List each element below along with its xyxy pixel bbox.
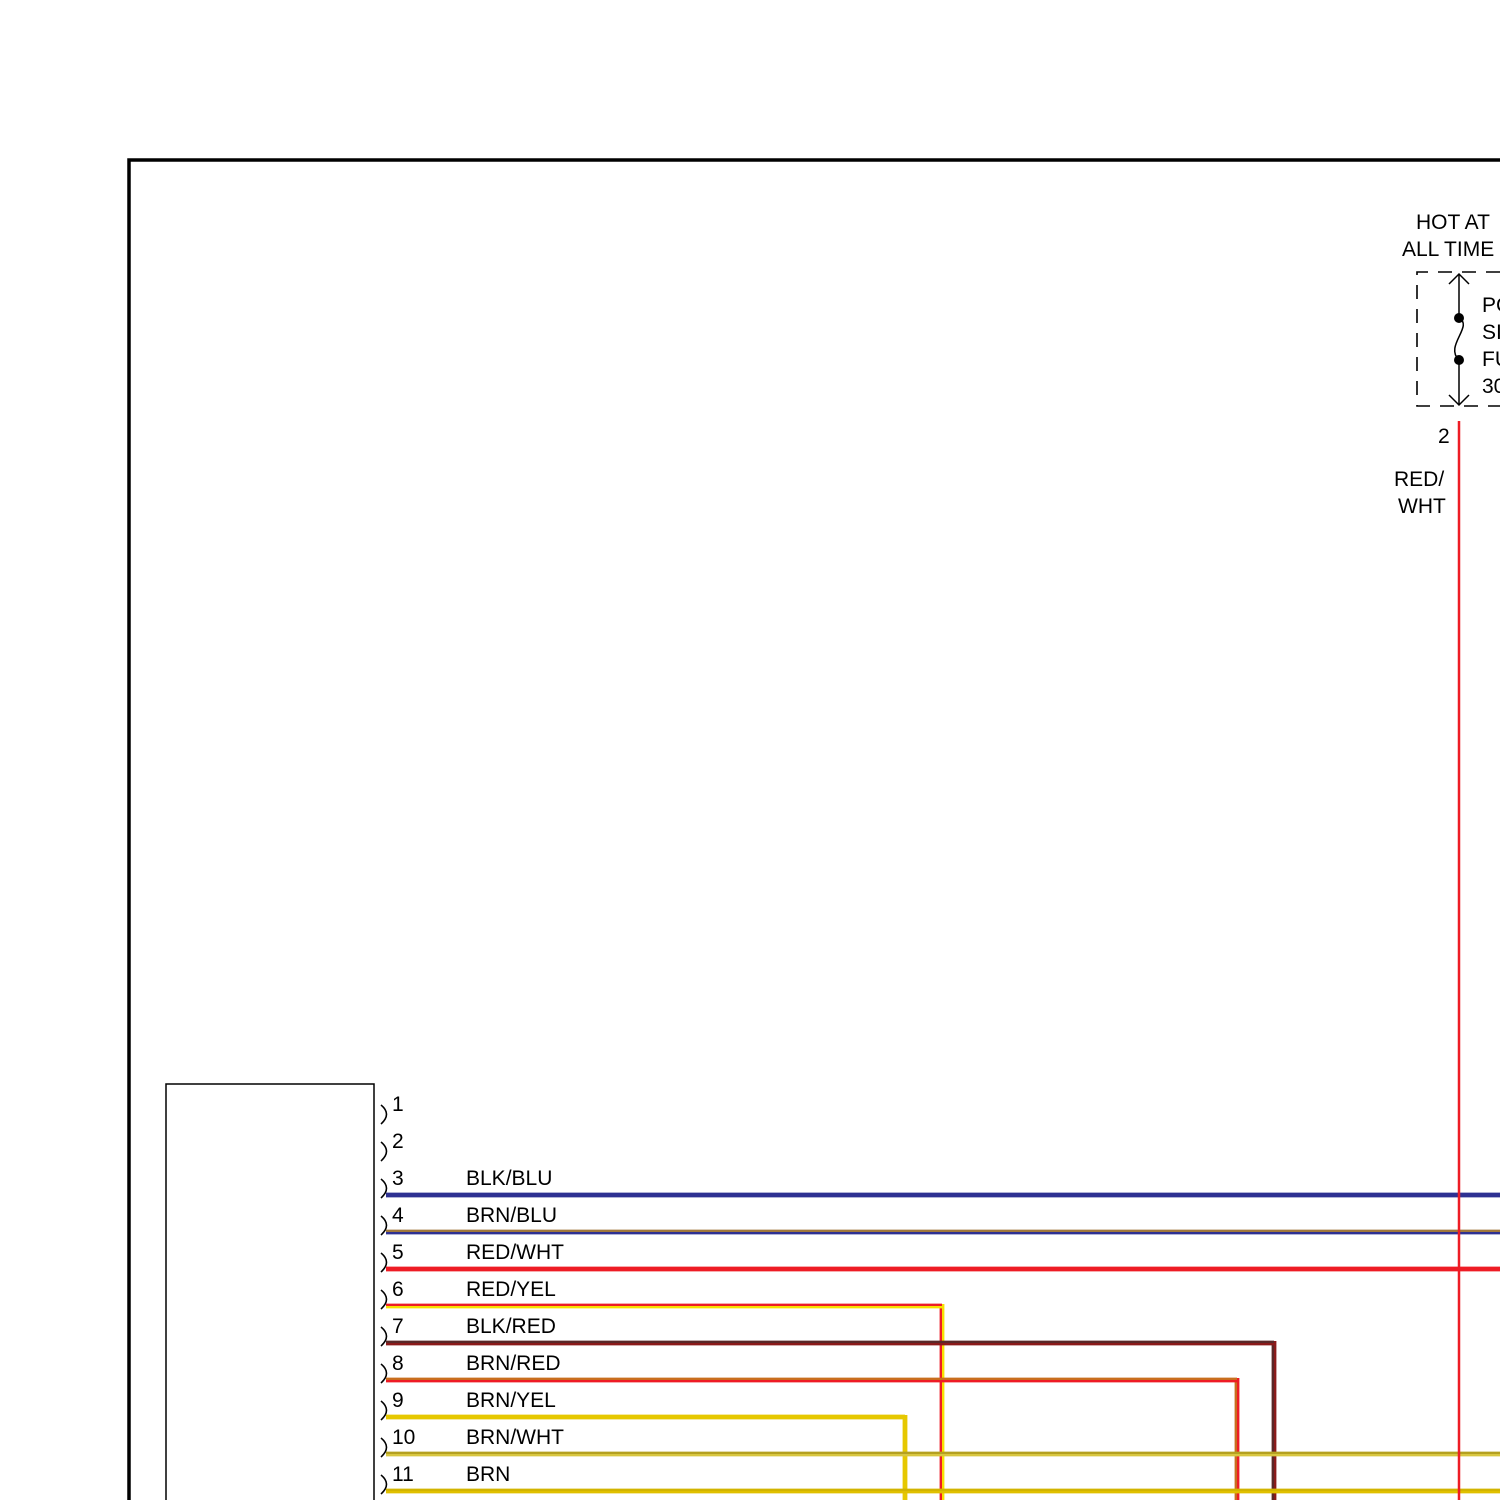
pin-9-number: 9 bbox=[392, 1389, 404, 1412]
pin-9-wire-color: BRN/YEL bbox=[466, 1389, 556, 1412]
power-wire-color-line-1: RED/ bbox=[1394, 468, 1444, 491]
pin-3-wire-color: BLK/BLU bbox=[466, 1167, 552, 1190]
power-wire-color-line-2: WHT bbox=[1398, 495, 1446, 518]
pin-4-cavity bbox=[380, 1215, 388, 1236]
wiring-diagram: HOT AT ALL TIME PC SI FU 30 2 RED/ WHT 1… bbox=[127, 158, 1500, 1500]
connector-pin-marks bbox=[380, 1104, 388, 1495]
pin-6-wire-color: RED/YEL bbox=[466, 1278, 556, 1301]
fuse-symbol bbox=[1448, 272, 1470, 407]
fuse-label-line-2: SI bbox=[1482, 321, 1500, 344]
connector-pin-labels: 1 2 3 BLK/BLU 4 BRN/BLU 5 RED/WHT 6 RED/YEL 7 BLK/R… bbox=[392, 1093, 564, 1486]
pin-10-wire-color: BRN/WHT bbox=[466, 1426, 564, 1449]
pin-10-cavity bbox=[380, 1437, 388, 1458]
pin-11-number: 11 bbox=[392, 1463, 414, 1486]
fuse-label-line-1: PC bbox=[1482, 294, 1500, 317]
pin-4-wire-color: BRN/BLU bbox=[466, 1204, 557, 1227]
control-module-box bbox=[165, 1083, 375, 1500]
pin-5-wire-color: RED/WHT bbox=[466, 1241, 564, 1264]
fuse-label-line-3: FU bbox=[1482, 348, 1500, 371]
pin-7-number: 7 bbox=[392, 1315, 404, 1338]
pin-1-cavity bbox=[380, 1104, 388, 1125]
pin-9-cavity bbox=[380, 1400, 388, 1421]
pin-1-number: 1 bbox=[392, 1093, 404, 1116]
pin-8-number: 8 bbox=[392, 1352, 404, 1375]
pin-8-cavity bbox=[380, 1363, 388, 1384]
pin-6-cavity bbox=[380, 1289, 388, 1310]
pin-2-cavity bbox=[380, 1141, 388, 1162]
pin-10-number: 10 bbox=[392, 1426, 415, 1449]
pin-5-cavity bbox=[380, 1252, 388, 1273]
pin-2-number: 2 bbox=[392, 1130, 404, 1153]
pin-11-wire-color: BRN bbox=[466, 1463, 510, 1486]
vertical-wires bbox=[902, 1304, 1277, 1500]
hot-at-label: HOT AT bbox=[1416, 211, 1490, 234]
pin-6-number: 6 bbox=[392, 1278, 404, 1301]
fuse-label-line-4: 30 bbox=[1482, 375, 1500, 398]
diagram-frame bbox=[127, 158, 1500, 1500]
pin-11-cavity bbox=[380, 1474, 388, 1495]
power-source: HOT AT ALL TIME PC SI FU 30 2 RED/ WHT bbox=[1394, 211, 1500, 518]
all-times-label: ALL TIME bbox=[1402, 238, 1494, 261]
pin-4-number: 4 bbox=[392, 1204, 404, 1227]
pin-5-number: 5 bbox=[392, 1241, 404, 1264]
power-terminal-number: 2 bbox=[1438, 425, 1450, 448]
pin-7-wire-color: BLK/RED bbox=[466, 1315, 556, 1338]
pin-3-cavity bbox=[380, 1178, 388, 1199]
pin-3-number: 3 bbox=[392, 1167, 404, 1190]
pin-7-cavity bbox=[380, 1326, 388, 1347]
pin-8-wire-color: BRN/RED bbox=[466, 1352, 561, 1375]
